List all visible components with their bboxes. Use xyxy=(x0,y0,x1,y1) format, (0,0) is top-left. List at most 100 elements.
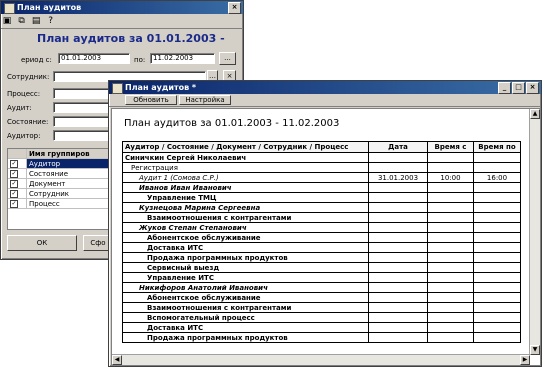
print-icon[interactable]: ▤ xyxy=(31,16,41,26)
process-field[interactable] xyxy=(53,88,110,99)
grid-header-check xyxy=(8,149,27,159)
report-cell-from xyxy=(427,302,474,313)
scroll-down-icon[interactable]: ▼ xyxy=(530,345,540,355)
scroll-left-icon[interactable]: ◀ xyxy=(112,355,122,365)
report-cell-name: Взаимоотношения с контрагентами xyxy=(122,212,369,223)
app-icon xyxy=(4,3,15,14)
close-icon[interactable]: × xyxy=(526,82,539,94)
report-cell-to xyxy=(473,202,521,213)
report-area[interactable]: План аудитов за 01.01.2003 - 11.02.2003 … xyxy=(111,108,541,366)
report-toolbar: Обновить Настройка xyxy=(109,94,541,107)
period-label: ериод с: xyxy=(21,56,52,64)
report-row[interactable]: Жуков Степан Степанович xyxy=(122,222,521,233)
report-cell-from xyxy=(427,322,474,333)
report-cell-from xyxy=(427,162,474,173)
report-row[interactable]: Абонентское обслуживание xyxy=(122,292,521,303)
report-cell-to xyxy=(473,252,521,263)
report-window: План аудитов * _ □ × Обновить Настройка … xyxy=(108,80,542,367)
report-row[interactable]: Взаимоотношения с контрагентами xyxy=(122,212,521,223)
report-row[interactable]: Абонентское обслуживание xyxy=(122,232,521,243)
report-row[interactable]: Кузнецова Марина Сергеевна xyxy=(122,202,521,213)
report-cell-name: Абонентское обслуживание xyxy=(122,232,369,243)
filter-label-state: Состояние: xyxy=(7,118,49,126)
grid-row-name: Аудитор xyxy=(26,158,110,169)
report-row[interactable]: Вспомогательный процесс xyxy=(122,312,521,323)
auditor-field[interactable] xyxy=(53,130,110,141)
report-cell-date xyxy=(368,212,428,223)
report-cell-date xyxy=(368,272,428,283)
report-cell-date: 31.01.2003 xyxy=(368,172,428,183)
help-icon[interactable]: ? xyxy=(46,16,56,26)
col-header-to: Время по xyxy=(473,141,521,153)
report-row[interactable]: Управление ТМЦ xyxy=(122,192,521,203)
report-cell-name: Доставка ИТС xyxy=(122,242,369,253)
report-row[interactable]: Доставка ИТС xyxy=(122,242,521,253)
report-row[interactable]: Сервисный выезд xyxy=(122,262,521,273)
grid-row[interactable]: ✓ Аудитор xyxy=(8,158,110,169)
report-row[interactable]: Никифоров Анатолий Иванович xyxy=(122,282,521,293)
state-field[interactable] xyxy=(53,116,110,127)
report-cell-name: Взаимоотношения с контрагентами xyxy=(122,302,369,313)
refresh-button[interactable]: Обновить xyxy=(125,95,177,105)
minimize-icon[interactable]: _ xyxy=(498,82,511,94)
ok-button[interactable]: ОК xyxy=(7,235,77,251)
scroll-up-icon[interactable]: ▲ xyxy=(530,109,540,119)
grid-check-cell: ✓ xyxy=(8,178,27,189)
save-icon[interactable]: ▣ xyxy=(2,16,12,26)
checkbox[interactable]: ✓ xyxy=(10,200,18,208)
report-row[interactable]: Продажа программных продуктов xyxy=(122,332,521,343)
grid-row[interactable]: ✓ Состояние xyxy=(8,168,110,179)
grid-check-cell: ✓ xyxy=(8,188,27,199)
report-icon xyxy=(112,83,123,94)
report-cell-from xyxy=(427,192,474,203)
grid-header-row: Имя группиров xyxy=(8,149,110,159)
report-cell-from xyxy=(427,232,474,243)
report-row[interactable]: Доставка ИТС xyxy=(122,322,521,333)
date-to-field[interactable]: 11.02.2003 xyxy=(150,53,215,64)
checkbox[interactable]: ✓ xyxy=(10,170,18,178)
report-row[interactable]: Синичкин Сергей Николаевич xyxy=(122,152,521,163)
report-cell-to xyxy=(473,212,521,223)
scroll-right-icon[interactable]: ▶ xyxy=(520,355,530,365)
report-window-titlebar[interactable]: План аудитов * _ □ × xyxy=(109,81,541,94)
report-row[interactable]: Управление ИТС xyxy=(122,272,521,283)
report-cell-to xyxy=(473,272,521,283)
report-cell-name: Аудит 1 (Сомова С.Р.) xyxy=(122,172,369,183)
grid-row-name: Сотрудник xyxy=(26,188,110,199)
grid-row-name: Состояние xyxy=(26,168,110,179)
grid-row[interactable]: ✓ Документ xyxy=(8,178,110,189)
report-cell-date xyxy=(368,262,428,273)
back-window-titlebar[interactable]: План аудитов × xyxy=(1,1,243,14)
report-cell-from xyxy=(427,332,474,343)
grid-row[interactable]: ✓ Процесс xyxy=(8,198,110,209)
settings-button[interactable]: Настройка xyxy=(179,95,231,105)
report-row[interactable]: Иванов Иван Иванович xyxy=(122,182,521,193)
grouping-grid[interactable]: Имя группиров ✓ Аудитор ✓ Состояние ✓ До… xyxy=(7,148,111,230)
col-header-from: Время с xyxy=(427,141,474,153)
report-cell-to xyxy=(473,232,521,243)
report-row[interactable]: Продажа программных продуктов xyxy=(122,252,521,263)
report-cell-to xyxy=(473,152,521,163)
report-cell-name: Жуков Степан Степанович xyxy=(122,222,369,233)
back-window-title: План аудитов xyxy=(17,3,82,12)
report-row[interactable]: Аудит 1 (Сомова С.Р.) 31.01.2003 10:00 16:0… xyxy=(122,172,521,183)
copy-icon[interactable]: ⧉ xyxy=(17,16,27,26)
audit-field[interactable] xyxy=(53,102,110,113)
report-cell-from xyxy=(427,262,474,273)
grid-row[interactable]: ✓ Сотрудник xyxy=(8,188,110,199)
checkbox[interactable]: ✓ xyxy=(10,190,18,198)
checkbox[interactable]: ✓ xyxy=(10,160,18,168)
grid-check-cell: ✓ xyxy=(8,198,27,209)
report-row[interactable]: Взаимоотношения с контрагентами xyxy=(122,302,521,313)
date-from-field[interactable]: 01.01.2003 xyxy=(58,53,130,64)
vertical-scrollbar[interactable]: ▲ ▼ xyxy=(529,109,540,355)
report-cell-from: 10:00 xyxy=(427,172,474,183)
close-icon[interactable]: × xyxy=(228,2,241,14)
report-cell-date xyxy=(368,242,428,253)
period-select-button[interactable]: ... xyxy=(219,52,236,65)
checkbox[interactable]: ✓ xyxy=(10,180,18,188)
maximize-icon[interactable]: □ xyxy=(512,82,525,94)
horizontal-scrollbar[interactable]: ◀ ▶ xyxy=(112,354,530,365)
report-row[interactable]: Регистрация xyxy=(122,162,521,173)
report-cell-name: Никифоров Анатолий Иванович xyxy=(122,282,369,293)
